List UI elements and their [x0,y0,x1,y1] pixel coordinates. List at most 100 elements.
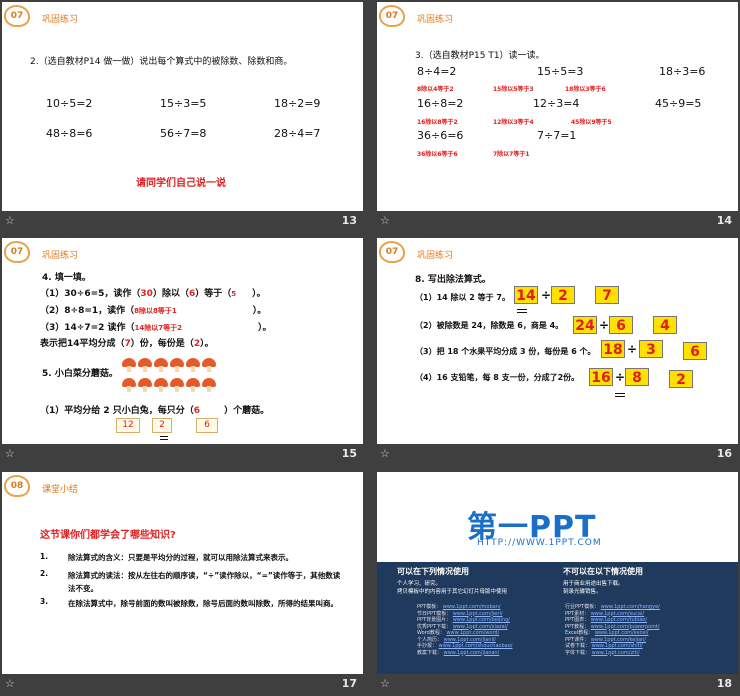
star-icon: ☆ [5,447,15,460]
slide-16[interactable]: 07 巩固练习 8. 写出除法算式。 （1）14 除以 2 等于 7。 14 ÷… [377,238,738,464]
allowed-item: 个人学习、研究。 [397,581,442,587]
item-text: （4）16 支铅笔，每 8 支一份，分成了2份。 [415,373,580,382]
reading-answer: 18除以3等于6 [565,86,606,93]
reading-answer: 8除以4等于2 [417,86,454,93]
equals-sign [615,393,625,397]
mushroom-icon [122,358,136,372]
point-number: 3. [40,597,49,606]
answer-box: 7 [595,286,619,304]
allowed-item: 拷贝模板中的内容用于其它幻灯片母版中使用 [397,589,508,595]
question-5: 5. 小白菜分蘑菇。 [42,369,118,379]
page-number: 14 [716,214,732,227]
mushroom-icon [138,378,152,392]
star-icon: ☆ [5,214,15,227]
mushroom-icon [202,378,216,392]
point-number: 1. [40,552,49,561]
answer-box: 24 [573,316,597,334]
slide-18[interactable]: 第一PPT HTTP://WWW.1PPT.COM 可以在下列情况使用 个人学习… [377,472,738,694]
answer-box: 6 [609,316,633,334]
slide-15[interactable]: 07 巩固练习 4. 填一填。 （1）30÷6=5，读作（30）除以（6）等于（… [2,238,363,464]
link-row[interactable]: 教案下载： www.1ppt.com/jiaoan/ [417,650,512,657]
mushroom-icon [138,358,152,372]
star-icon: ☆ [380,214,390,227]
answer-box: 18 [601,340,625,358]
point-text: 除法算式的读法：按从左往右的顺序读，“÷”读作除以，“=”读作等于，其他数读法不… [68,571,341,593]
brand-url[interactable]: HTTP://WWW.1PPT.COM [477,538,602,548]
slide-14[interactable]: 07 巩固练习 3.（选自教材P15 T1）读一读。 8÷4=2 15÷5=3 … [377,2,738,231]
not-allowed-item: 用于商业用途出售下载。 [563,581,624,587]
page-number: 16 [716,447,732,460]
question-5-sub: （1）平均分给 2 只小白兔，每只分（6 ）个蘑菇。 [40,406,270,416]
page-number: 18 [716,677,732,690]
usage-panel: 可以在下列情况使用 个人学习、研究。 拷贝模板中的内容用于其它幻灯片母版中使用 … [377,562,738,674]
slide-footer: ☆ 13 [2,211,363,231]
slide-footer: ☆ 15 [2,444,363,464]
equation: 18÷3=6 [659,65,706,78]
not-allowed-item: 刻录光碟销售。 [563,589,602,595]
equation: 48÷8=6 [46,127,93,140]
equation: 8÷4=2 [417,65,457,78]
equation: 15÷3=5 [160,97,207,110]
answer-box: 3 [639,340,663,358]
section-title: 巩固练习 [42,251,79,261]
equation: 28÷4=7 [274,127,321,140]
not-allowed-title: 不可以在以下情况使用 [563,567,643,576]
reading-answer: 45除以9等于5 [571,119,612,126]
section-badge: 07 [379,241,405,263]
link-row[interactable]: 字体下载： www.1ppt.com/ziti/ [565,650,660,657]
equation: 15÷5=3 [537,65,584,78]
slide-13[interactable]: 07 巩固练习 2.（选自教材P14 做一做）说出每个算式中的被除数、除数和商。… [2,2,363,231]
reading-answer: 16除以8等于2 [417,119,458,126]
fill-line-1: （1）30÷6=5，读作（30）除以（6）等于（5）。 [40,289,266,299]
star-icon: ☆ [380,677,390,690]
answer-box: 8 [625,368,649,386]
point-text: 在除法算式中，除号前面的数叫被除数，除号后面的数叫除数，所得的结果叫商。 [68,599,338,608]
star-icon: ☆ [5,677,15,690]
star-icon: ☆ [380,447,390,460]
page-number: 13 [341,214,357,227]
summary-heading: 这节课你们都学会了哪些知识? [40,530,176,541]
mushroom-icon [122,378,136,392]
slide-17[interactable]: 08 课堂小结 这节课你们都学会了哪些知识? 1. 除法算式的含义：只要是平均分… [2,472,363,694]
answer-box: 2 [669,370,693,388]
mushroom-icon [202,358,216,372]
section-title: 巩固练习 [417,251,454,261]
mushroom-icon [154,358,168,372]
divide-sign: ÷ [599,318,610,332]
section-title: 课堂小结 [42,485,79,495]
answer-box: 6 [683,342,707,360]
equation: 16÷8=2 [417,97,464,110]
equation: 12÷3=4 [533,97,580,110]
mushroom-icon [154,378,168,392]
answer-box: 16 [589,368,613,386]
divide-sign: ÷ [627,342,638,356]
answer-box: 2 [551,286,575,304]
prompt-text: 请同学们自己说一说 [136,178,226,189]
slide-footer: ☆ 16 [377,444,738,464]
question-text: 3.（选自教材P15 T1）读一读。 [415,51,545,61]
point-number: 2. [40,569,49,578]
page-number: 17 [341,677,357,690]
section-title: 巩固练习 [417,15,454,25]
fill-line-2: （2）8÷8=1，读作（8除以8等于1）。 [40,306,267,316]
divide-sign: ÷ [615,370,626,384]
divide-sign: ÷ [541,288,552,302]
equals-sign [160,436,168,440]
reading-answer: 7除以7等于1 [493,151,530,158]
fill-line-3: （3）14÷7=2 读作（14除以7等于2）。 [40,323,272,333]
section-badge: 07 [4,5,30,27]
item-text: （3）把 18 个水果平均分成 3 份，每份是 6 个。 [415,347,596,356]
item-text: （2）被除数是 24，除数是 6，商是 4。 [415,321,564,330]
answer-box: 4 [653,316,677,334]
point-text: 除法算式的含义：只要是平均分的过程，就可以用除法算式来表示。 [68,553,293,562]
mushroom-icon [170,358,184,372]
section-title: 巩固练习 [42,15,79,25]
slide-footer: ☆ 17 [2,674,363,694]
links-left: PPT模板： www.1ppt.com/moban/ 节日PPT模板： www.… [417,604,512,656]
equation: 56÷7=8 [160,127,207,140]
answer-box: 6 [196,418,218,433]
equation: 10÷5=2 [46,97,93,110]
question-text: 2.（选自教材P14 做一做）说出每个算式中的被除数、除数和商。 [30,57,293,67]
section-badge: 08 [4,475,30,497]
section-badge: 07 [4,241,30,263]
